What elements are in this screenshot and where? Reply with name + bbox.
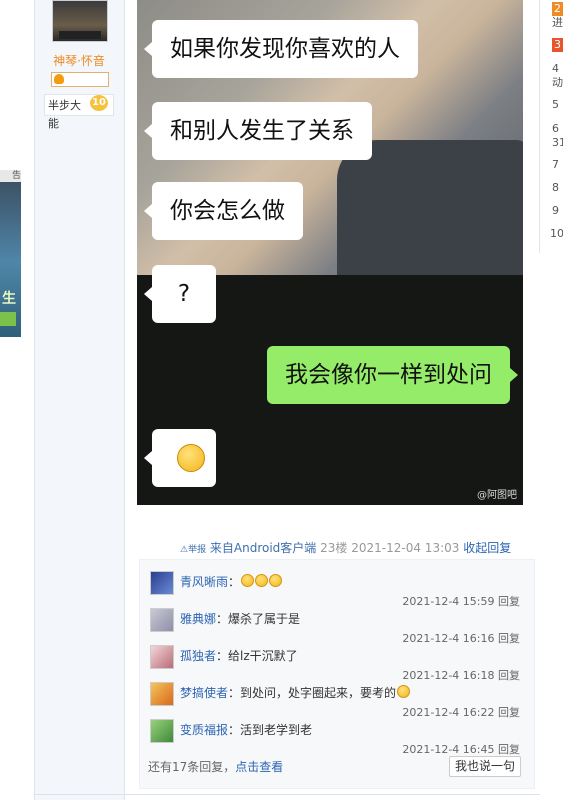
chat-bubble-1: 如果你发现你喜欢的人 <box>144 20 418 78</box>
reply-text: ：到处问，处字圈起来，要考的 <box>228 686 397 700</box>
avatar-caption-image <box>59 31 101 39</box>
rank-item[interactable]: 4动 <box>552 62 563 90</box>
more-replies: 还有17条回复，点击查看 <box>148 758 283 775</box>
reply-avatar[interactable] <box>150 682 174 706</box>
rank-number: 10 <box>550 227 563 240</box>
reply-avatar[interactable] <box>150 719 174 743</box>
rank-text: 31 <box>552 136 563 149</box>
reply-link[interactable]: 回复 <box>498 669 520 682</box>
chat-bubble-emoji <box>144 429 216 487</box>
reply-content: 孤独者：给lz干沉默了 <box>180 647 298 664</box>
rank-number: 9 <box>552 204 559 217</box>
rank-number: 5 <box>552 98 559 111</box>
chat-bubble-4: ? <box>144 265 216 323</box>
floor-number: 23楼 <box>320 541 348 555</box>
rank-number: 7 <box>552 158 559 171</box>
rank-item[interactable]: 10 <box>550 227 563 241</box>
reply-link[interactable]: 回复 <box>498 632 520 645</box>
rank-text: 动 <box>552 76 563 89</box>
emoji-icon <box>397 685 411 698</box>
reply-username[interactable]: 雅典娜 <box>180 612 216 626</box>
reply-timestamp: 2021-12-4 16:45 <box>402 743 495 756</box>
reply-time-row: 2021-12-4 16:22 回复 <box>402 704 520 720</box>
rank-number: 6 <box>552 122 559 135</box>
rank-item[interactable]: 8 <box>552 181 559 195</box>
reply-link[interactable]: 回复 <box>498 743 520 756</box>
reply-time-row: 2021-12-4 15:59 回复 <box>402 593 520 609</box>
smiley-icon <box>177 444 205 472</box>
reply-avatar[interactable] <box>150 645 174 669</box>
reply-text: ：活到老学到老 <box>228 723 313 737</box>
write-reply-button[interactable]: 我也说一句 <box>449 756 521 777</box>
reply-text: ：给lz干沉默了 <box>216 649 298 663</box>
reply-time-row: 2021-12-4 16:16 回复 <box>402 630 520 646</box>
reply-content: 青风晰雨： <box>180 573 283 590</box>
reply-link[interactable]: 回复 <box>498 595 520 608</box>
photo-bag <box>337 140 523 275</box>
reply-content: 变质福报：活到老学到老 <box>180 721 312 738</box>
reply-timestamp: 2021-12-4 16:18 <box>402 669 495 682</box>
emoji-icon <box>255 574 269 587</box>
author-avatar[interactable] <box>52 0 108 42</box>
reply-username[interactable]: 孤独者 <box>180 649 216 663</box>
ad-button[interactable] <box>0 312 16 326</box>
rank-number: 3 <box>552 38 563 52</box>
more-replies-text: 还有17条回复， <box>148 760 236 774</box>
collapse-replies-link[interactable]: 收起回复 <box>463 541 511 555</box>
rank-item[interactable]: 9 <box>552 204 559 218</box>
level-name: 半步大能 <box>48 99 81 130</box>
source-link[interactable]: 来自Android客户端 <box>210 541 316 555</box>
post-time: 2021-12-04 13:03 <box>351 541 460 555</box>
reply-timestamp: 2021-12-4 16:16 <box>402 632 495 645</box>
reply-username[interactable]: 青风晰雨 <box>180 575 228 589</box>
emoji-icon <box>269 574 283 587</box>
rank-number: 8 <box>552 181 559 194</box>
reply-avatar[interactable] <box>150 571 174 595</box>
rank-item[interactable]: 2进 <box>552 2 563 30</box>
fan-badge[interactable] <box>51 72 109 87</box>
reply-content: 雅典娜：爆杀了属于是 <box>180 610 300 627</box>
rank-item[interactable]: 5 <box>552 98 559 112</box>
reply-content: 梦搞使者：到处问，处字圈起来，要考的 <box>180 684 411 701</box>
chat-bubble-2: 和别人发生了关系 <box>144 102 372 160</box>
reply-time-row: 2021-12-4 16:18 回复 <box>402 667 520 683</box>
flame-icon <box>54 74 64 84</box>
ad-text: 生 <box>2 291 16 307</box>
emoji-icon <box>241 574 255 587</box>
level-number: 10 <box>90 95 108 111</box>
rank-item[interactable]: 3 <box>552 38 563 52</box>
reply-text: ： <box>228 575 241 589</box>
reply-username[interactable]: 梦搞使者 <box>180 686 228 700</box>
image-watermark: @阿图吧 <box>477 490 517 501</box>
post-meta: ⚠举报 来自Android客户端 23楼 2021-12-04 13:03 收起… <box>180 539 525 556</box>
reply-link[interactable]: 回复 <box>498 706 520 719</box>
rank-item[interactable]: 7 <box>552 158 559 172</box>
rank-number: 2 <box>552 2 563 16</box>
reply-username[interactable]: 变质福报 <box>180 723 228 737</box>
author-username[interactable]: 神琴·怀音 <box>48 52 110 69</box>
left-ad-banner[interactable]: 告 生 <box>0 170 21 337</box>
report-link[interactable]: ⚠举报 <box>180 545 206 555</box>
view-more-link[interactable]: 点击查看 <box>235 760 283 774</box>
rank-item[interactable]: 6 31 <box>552 122 563 150</box>
divider <box>34 794 540 795</box>
replies-panel: 青风晰雨： 2021-12-4 15:59 回复 雅典娜：爆杀了属于是 2021… <box>139 559 535 789</box>
ad-tag: 告 <box>0 170 21 182</box>
reply-timestamp: 2021-12-4 15:59 <box>402 595 495 608</box>
reply-text: ：爆杀了属于是 <box>216 612 301 626</box>
post-image[interactable]: 如果你发现你喜欢的人 和别人发生了关系 你会怎么做 ? 我会像你一样到处问 @阿… <box>137 0 523 505</box>
reply-avatar[interactable] <box>150 608 174 632</box>
chat-bubble-green: 我会像你一样到处问 <box>267 346 518 404</box>
reply-time-row: 2021-12-4 16:45 回复 <box>402 741 520 757</box>
rank-text: 进 <box>552 16 563 29</box>
chat-bubble-3: 你会怎么做 <box>144 182 303 240</box>
reply-timestamp: 2021-12-4 16:22 <box>402 706 495 719</box>
rank-number: 4 <box>552 62 559 75</box>
